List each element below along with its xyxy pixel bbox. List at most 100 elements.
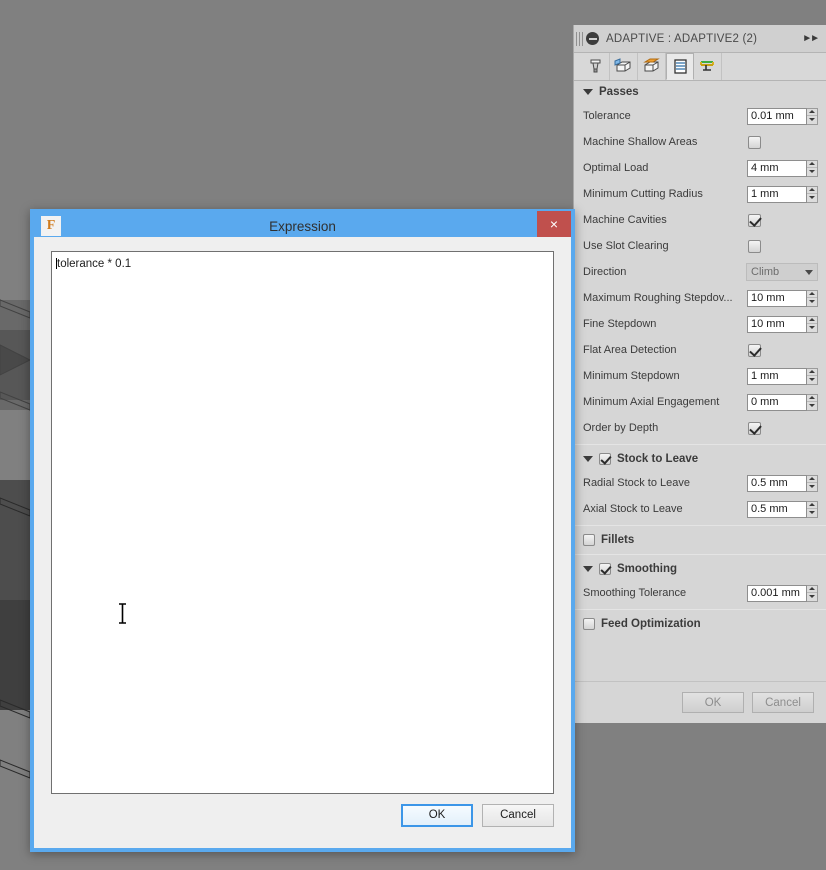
dialog-cancel-button[interactable]: Cancel [482, 804, 554, 827]
property-row: DirectionClimb [574, 259, 826, 285]
triangle-down-icon[interactable] [583, 89, 593, 95]
property-row: Minimum Stepdown1 mm [574, 363, 826, 389]
property-row: Axial Stock to Leave0.5 mm [574, 496, 826, 522]
property-value-field[interactable]: 0.5 mm [747, 501, 807, 518]
spinner-up-icon[interactable] [807, 317, 817, 325]
property-checkbox[interactable] [748, 136, 761, 149]
spinner-buttons[interactable] [807, 316, 818, 333]
tab-tool[interactable] [582, 53, 610, 80]
section-checkbox-feed-optimization[interactable] [583, 618, 595, 630]
spinner-down-icon[interactable] [807, 168, 817, 176]
property-row: Flat Area Detection [574, 337, 826, 363]
spinner-down-icon[interactable] [807, 116, 817, 124]
section-header-stock-to-leave[interactable]: Stock to Leave [574, 448, 826, 470]
spinner-up-icon[interactable] [807, 369, 817, 377]
spinner-down-icon[interactable] [807, 593, 817, 601]
spinner-buttons[interactable] [807, 108, 818, 125]
property-checkbox[interactable] [748, 240, 761, 253]
property-checkbox[interactable] [748, 422, 761, 435]
spinner-up-icon[interactable] [807, 187, 817, 195]
close-icon[interactable]: × [537, 211, 571, 237]
section-header-smoothing[interactable]: Smoothing [574, 558, 826, 580]
spinner-up-icon[interactable] [807, 109, 817, 117]
property-value-field[interactable]: 4 mm [747, 160, 807, 177]
section-title: Passes [599, 86, 639, 98]
expression-input[interactable]: tolerance * 0.1 [51, 251, 554, 794]
spinner-down-icon[interactable] [807, 483, 817, 491]
spinner-buttons[interactable] [807, 368, 818, 385]
heights-box-icon [642, 58, 661, 75]
spinner-buttons[interactable] [807, 186, 818, 203]
spinner-up-icon[interactable] [807, 161, 817, 169]
property-value-field[interactable]: 10 mm [747, 316, 807, 333]
section-header-passes[interactable]: Passes [574, 81, 826, 103]
property-value-field[interactable]: 0.5 mm [747, 475, 807, 492]
property-value-field[interactable]: 10 mm [747, 290, 807, 307]
spinner-buttons[interactable] [807, 290, 818, 307]
triangle-down-icon[interactable] [583, 566, 593, 572]
property-value-field[interactable]: 0.01 mm [747, 108, 807, 125]
triangle-down-icon[interactable] [583, 456, 593, 462]
section-checkbox-fillets[interactable] [583, 534, 595, 546]
property-control [748, 136, 818, 149]
linking-icon [698, 58, 717, 75]
tab-heights[interactable] [638, 53, 666, 80]
dialog-title: Expression [34, 219, 571, 234]
panel-footer: OK Cancel [574, 681, 826, 723]
property-value-field[interactable]: 0.001 mm [747, 585, 807, 602]
circle-minus-icon[interactable] [586, 32, 599, 45]
panel-cancel-button[interactable]: Cancel [752, 692, 814, 713]
property-checkbox[interactable] [748, 214, 761, 227]
spinner-down-icon[interactable] [807, 376, 817, 384]
section-header-feed-optimization[interactable]: Feed Optimization [574, 613, 826, 635]
section-header-fillets[interactable]: Fillets [574, 529, 826, 551]
property-label: Flat Area Detection [583, 344, 748, 356]
spinner-down-icon[interactable] [807, 194, 817, 202]
property-value-field[interactable]: 1 mm [747, 186, 807, 203]
property-row: Order by Depth [574, 415, 826, 441]
property-label: Optimal Load [583, 162, 747, 174]
passes-icon [672, 58, 689, 75]
spinner-buttons[interactable] [807, 501, 818, 518]
section-checkbox-stock-to-leave[interactable] [599, 453, 611, 465]
property-control: 0.5 mm [747, 475, 818, 492]
expression-dialog: F Expression × tolerance * 0.1 OK Cancel [30, 209, 575, 852]
spinner-down-icon[interactable] [807, 509, 817, 517]
property-label: Minimum Cutting Radius [583, 188, 747, 200]
property-value-field[interactable]: 1 mm [747, 368, 807, 385]
spinner-down-icon[interactable] [807, 324, 817, 332]
dialog-titlebar[interactable]: F Expression × [34, 213, 571, 239]
spinner-buttons[interactable] [807, 585, 818, 602]
spinner-buttons[interactable] [807, 160, 818, 177]
property-control: 10 mm [747, 316, 818, 333]
spinner-up-icon[interactable] [807, 395, 817, 403]
spinner-buttons[interactable] [807, 475, 818, 492]
property-dropdown[interactable]: Climb [746, 263, 818, 281]
spinner-up-icon[interactable] [807, 502, 817, 510]
drag-grip-icon[interactable] [576, 32, 583, 46]
panel-title: ADAPTIVE : ADAPTIVE2 (2) [606, 33, 802, 45]
chevron-down-icon[interactable] [805, 270, 813, 275]
tab-passes[interactable] [666, 53, 694, 80]
property-row: Tolerance0.01 mm [574, 103, 826, 129]
dialog-ok-button[interactable]: OK [401, 804, 473, 827]
tab-geometry[interactable] [610, 53, 638, 80]
spinner-down-icon[interactable] [807, 402, 817, 410]
property-checkbox[interactable] [748, 344, 761, 357]
property-row: Fine Stepdown10 mm [574, 311, 826, 337]
property-value-field[interactable]: 0 mm [747, 394, 807, 411]
double-chevron-right-icon[interactable]: ►► [802, 33, 822, 44]
spinner-up-icon[interactable] [807, 291, 817, 299]
spinner-buttons[interactable] [807, 394, 818, 411]
section-checkbox-smoothing[interactable] [599, 563, 611, 575]
property-row: Smoothing Tolerance0.001 mm [574, 580, 826, 606]
spinner-up-icon[interactable] [807, 586, 817, 594]
spinner-up-icon[interactable] [807, 476, 817, 484]
section-title: Stock to Leave [617, 453, 698, 465]
dialog-buttons: OK Cancel [51, 794, 554, 836]
geometry-box-icon [614, 58, 633, 75]
property-control: 10 mm [747, 290, 818, 307]
spinner-down-icon[interactable] [807, 298, 817, 306]
panel-ok-button[interactable]: OK [682, 692, 744, 713]
tab-linking[interactable] [694, 53, 722, 80]
